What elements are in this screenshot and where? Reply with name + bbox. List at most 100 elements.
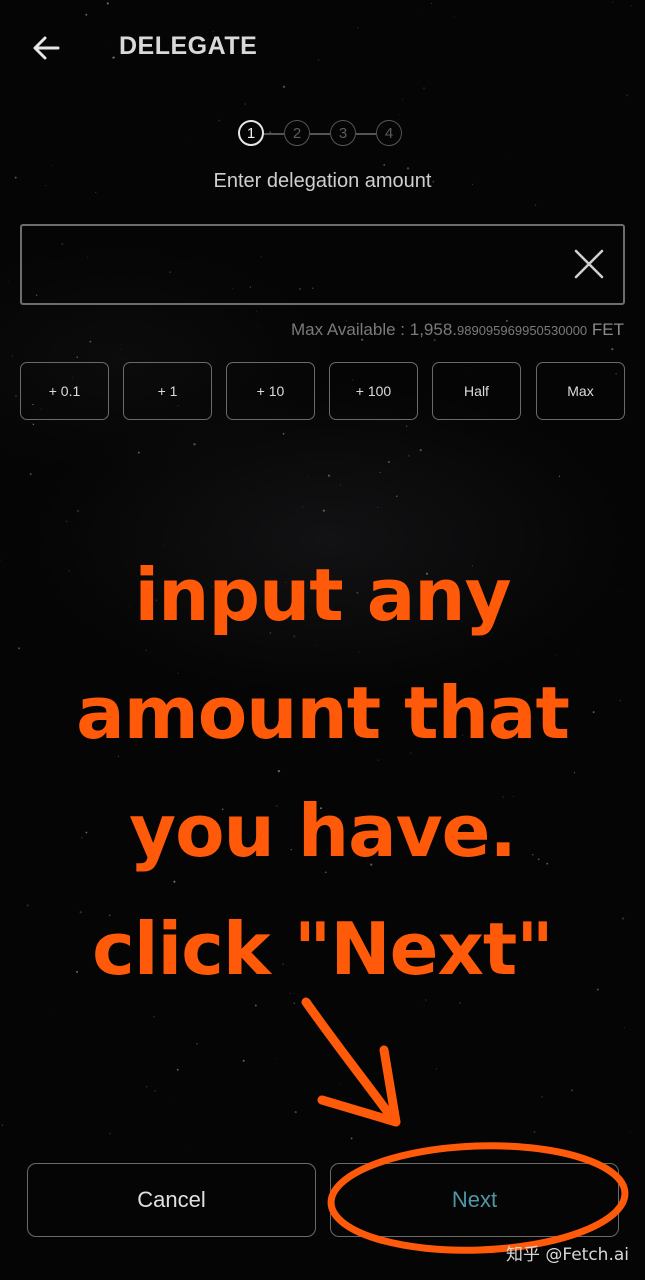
star-dot: [255, 310, 258, 313]
star-dot: [357, 27, 359, 29]
star-dot: [108, 42, 110, 44]
star-dot: [76, 509, 80, 513]
star-dot: [631, 5, 632, 7]
star-dot: [509, 156, 511, 158]
star-dot: [109, 1132, 111, 1135]
star-dot: [294, 1111, 297, 1114]
max-available-integer: 1,958.: [409, 320, 458, 339]
star-dot: [242, 1059, 245, 1062]
star-dot: [29, 473, 32, 476]
star-dot: [276, 1058, 278, 1060]
step-2: 2: [284, 120, 310, 146]
star-dot: [612, 1, 614, 3]
add-10-button[interactable]: + 10: [226, 362, 315, 420]
star-dot: [350, 1137, 353, 1140]
star-dot: [188, 141, 190, 143]
star-dot: [282, 433, 285, 435]
star-dot: [154, 1090, 156, 1092]
clear-amount-button[interactable]: [569, 244, 609, 284]
annotation-line: amount that: [76, 671, 570, 755]
star-dot: [8, 281, 10, 283]
star-dot: [626, 94, 629, 97]
star-dot: [65, 520, 68, 523]
star-dot: [379, 471, 381, 473]
star-dot: [322, 509, 325, 512]
star-dot: [318, 59, 320, 61]
max-available-label: Max Available :: [290, 320, 410, 339]
star-dot: [396, 495, 398, 497]
star-dot: [377, 506, 379, 508]
star-dot: [383, 163, 386, 166]
star-dot: [406, 425, 408, 427]
star-dot: [256, 326, 257, 327]
star-dot: [137, 451, 140, 454]
delegate-screen: DELEGATE 1 2 3 4 Enter delegation amount…: [0, 0, 645, 1280]
star-dot: [533, 1131, 536, 1134]
max-available-unit: FET: [587, 320, 624, 339]
star-dot: [171, 1099, 173, 1101]
star-dot: [401, 98, 404, 100]
star-dot: [307, 476, 309, 478]
star-dot: [85, 13, 88, 16]
star-dot: [453, 16, 455, 18]
page-title: DELEGATE: [119, 32, 258, 60]
star-dot: [423, 87, 425, 89]
add-0-1-button[interactable]: + 0.1: [20, 362, 109, 420]
star-dot: [387, 461, 390, 463]
step-connector: [310, 133, 330, 135]
star-dot: [301, 506, 304, 508]
half-button[interactable]: Half: [432, 362, 521, 420]
cancel-button[interactable]: Cancel: [27, 1163, 316, 1237]
star-dot: [189, 1148, 191, 1149]
step-3: 3: [330, 120, 356, 146]
star-dot: [119, 349, 121, 350]
step-1: 1: [238, 120, 264, 146]
star-dot: [218, 119, 221, 122]
star-dot: [153, 1015, 155, 1018]
back-button[interactable]: [26, 28, 66, 68]
star-dot: [407, 454, 410, 457]
step-connector: [264, 133, 284, 135]
star-dot: [176, 1068, 179, 1071]
annotation-line: input any: [134, 553, 512, 637]
max-button[interactable]: Max: [536, 362, 625, 420]
star-dot: [89, 340, 92, 343]
star-dot: [534, 204, 537, 206]
star-dot: [629, 1130, 631, 1132]
quick-amount-buttons: + 0.1 + 1 + 10 + 100 Half Max: [20, 362, 625, 420]
max-available-fraction: 989095969950530000: [457, 323, 588, 338]
step-4: 4: [376, 120, 402, 146]
star-dot: [541, 1096, 543, 1098]
star-dot: [52, 164, 54, 166]
star-dot: [340, 1084, 341, 1085]
max-available-text: Max Available : 1,958.989095969950530000…: [291, 320, 624, 340]
annotation-line: click "Next": [92, 907, 554, 991]
amount-input[interactable]: [36, 236, 560, 296]
star-dot: [106, 2, 109, 5]
star-dot: [112, 56, 115, 59]
star-dot: [571, 1089, 573, 1091]
star-dot: [327, 474, 330, 477]
instruction-text: Enter delegation amount: [213, 170, 432, 192]
next-button[interactable]: Next: [330, 1163, 619, 1237]
add-1-button[interactable]: + 1: [123, 362, 212, 420]
star-dot: [76, 356, 78, 358]
star-dot: [11, 355, 14, 358]
amount-field: [20, 224, 625, 305]
add-100-button[interactable]: + 100: [329, 362, 418, 420]
star-dot: [431, 2, 433, 4]
star-dot: [15, 394, 17, 397]
step-connector: [356, 133, 376, 135]
star-dot: [436, 1068, 438, 1070]
star-dot: [611, 348, 614, 351]
arrow-left-icon: [33, 36, 60, 60]
step-indicator: 1 2 3 4: [238, 120, 408, 150]
watermark: 知乎 @Fetch.ai: [505, 1245, 629, 1265]
star-dot: [1, 1124, 4, 1127]
close-icon: [574, 249, 604, 279]
star-dot: [421, 8, 423, 10]
annotation-line: you have.: [129, 789, 517, 873]
star-dot: [419, 449, 422, 452]
star-dot: [282, 85, 286, 88]
star-dot: [517, 473, 519, 475]
